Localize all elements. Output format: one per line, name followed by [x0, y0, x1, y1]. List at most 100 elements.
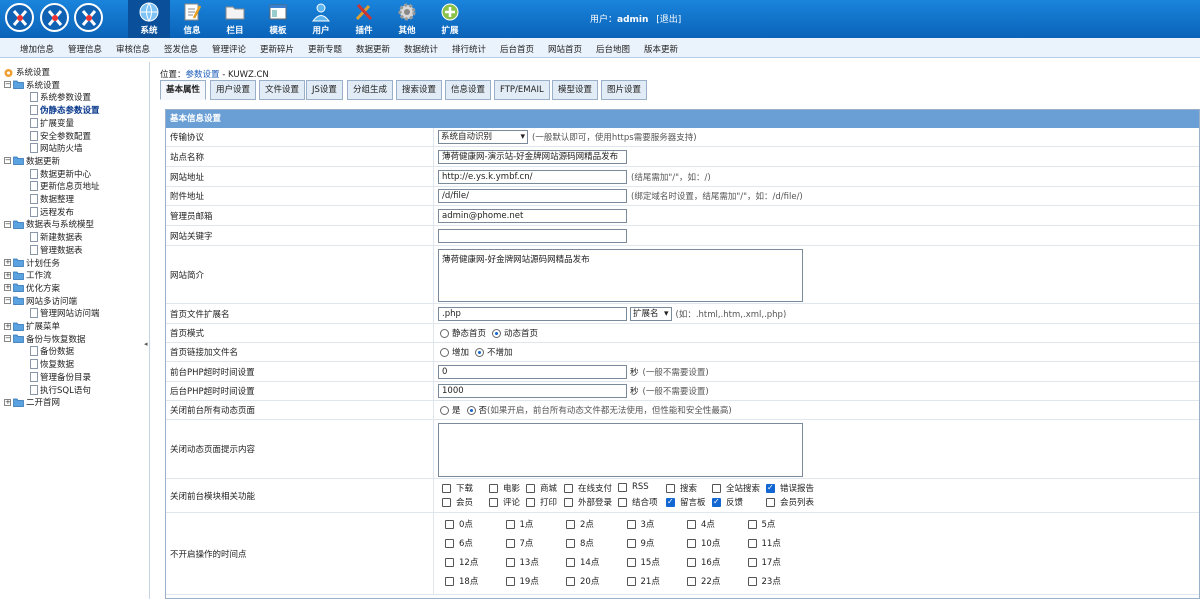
- ext-select[interactable]: 扩展名: [630, 306, 672, 321]
- email-input[interactable]: admin@phome.net: [438, 208, 627, 223]
- checkbox[interactable]: [747, 557, 757, 567]
- checkbox[interactable]: [626, 576, 636, 586]
- checkbox[interactable]: [666, 497, 675, 507]
- tab-search[interactable]: 搜索设置: [396, 80, 443, 100]
- collapse-toggle-icon[interactable]: −: [4, 297, 11, 305]
- sidebar-item[interactable]: + 扩展菜单: [4, 320, 60, 332]
- module-plugin[interactable]: 插件: [343, 0, 385, 38]
- tab-file[interactable]: 文件设置: [259, 80, 306, 100]
- menu-item[interactable]: 管理评论: [212, 43, 246, 55]
- checkbox[interactable]: [442, 497, 451, 507]
- sidebar-item[interactable]: 伪静态参数设置: [30, 104, 100, 116]
- checkbox[interactable]: [666, 483, 675, 493]
- radio-dynamic-home[interactable]: [492, 328, 502, 338]
- attach-input[interactable]: /d/file/: [438, 189, 627, 203]
- sidebar-item[interactable]: 扩展变量: [30, 117, 74, 129]
- menu-item[interactable]: 网站首页: [548, 43, 582, 55]
- collapse-toggle-icon[interactable]: −: [4, 335, 11, 343]
- sidebar-item[interactable]: − 网站多访问端: [4, 295, 77, 307]
- checkbox[interactable]: [626, 557, 636, 567]
- checkbox[interactable]: [526, 483, 535, 493]
- logout-link[interactable]: [退出]: [656, 15, 681, 25]
- checkbox[interactable]: [687, 557, 696, 567]
- module-column[interactable]: 栏目: [214, 0, 256, 38]
- sidebar-item[interactable]: − 系统设置: [4, 79, 60, 91]
- sidebar-item[interactable]: 安全参数配置: [30, 130, 91, 142]
- sidebar-item[interactable]: 更新信息页地址: [30, 180, 100, 192]
- checkbox[interactable]: [626, 538, 636, 548]
- menu-item[interactable]: 更新专题: [308, 43, 342, 55]
- checkbox[interactable]: [747, 576, 757, 586]
- menu-item[interactable]: 数据统计: [404, 43, 438, 55]
- sidebar-item[interactable]: 管理网站访问端: [30, 307, 100, 319]
- checkbox[interactable]: [566, 519, 575, 529]
- sidebar-item[interactable]: + 计划任务: [4, 257, 60, 269]
- checkbox[interactable]: [687, 519, 696, 529]
- back-timeout-input[interactable]: 1000: [438, 384, 627, 398]
- expand-toggle-icon[interactable]: +: [4, 271, 11, 279]
- checkbox[interactable]: [445, 557, 454, 567]
- sitename-input[interactable]: 薄荷健康网-演示站-好金牌网站源码网精品发布: [438, 149, 627, 164]
- checkbox[interactable]: [564, 483, 573, 493]
- front-timeout-input[interactable]: 0: [438, 364, 627, 379]
- sidebar-item[interactable]: + 优化方案: [4, 282, 60, 294]
- radio-add-filename[interactable]: [440, 347, 449, 357]
- tab-js[interactable]: JS设置: [306, 80, 343, 100]
- sidebar-item[interactable]: 管理备份目录: [30, 371, 91, 383]
- checkbox[interactable]: [747, 538, 757, 548]
- radio-static-home[interactable]: [440, 328, 449, 338]
- tab-info[interactable]: 信息设置: [445, 80, 492, 100]
- checkbox[interactable]: [626, 519, 636, 529]
- sidebar-item[interactable]: − 数据更新: [4, 155, 60, 167]
- tab-image[interactable]: 图片设置: [601, 80, 648, 100]
- checkbox[interactable]: [766, 497, 775, 507]
- radio-close-yes[interactable]: [440, 405, 449, 415]
- menu-item[interactable]: 签发信息: [164, 43, 198, 55]
- checkbox[interactable]: [445, 576, 454, 586]
- checkbox[interactable]: [505, 538, 515, 548]
- module-template[interactable]: 模板: [257, 0, 299, 38]
- expand-toggle-icon[interactable]: +: [4, 322, 11, 330]
- sidebar-item[interactable]: 数据更新中心: [30, 168, 91, 180]
- checkbox[interactable]: [505, 576, 515, 586]
- menu-item[interactable]: 增加信息: [20, 43, 54, 55]
- sidebar-item[interactable]: − 备份与恢复数据: [4, 333, 86, 345]
- checkbox[interactable]: [489, 497, 498, 507]
- sidebar-item[interactable]: 系统参数设置: [30, 91, 91, 103]
- checkbox[interactable]: [564, 497, 573, 507]
- tab-basic[interactable]: 基本属性: [160, 80, 207, 100]
- checkbox[interactable]: [566, 557, 575, 567]
- menu-item[interactable]: 版本更新: [644, 43, 678, 55]
- sidebar-item[interactable]: 备份数据: [30, 345, 74, 357]
- module-other[interactable]: 其他: [386, 0, 428, 38]
- checkbox[interactable]: [445, 519, 454, 529]
- close-tip-textarea[interactable]: [438, 423, 803, 477]
- tab-model[interactable]: 模型设置: [552, 80, 599, 100]
- checkbox[interactable]: [687, 538, 696, 548]
- collapse-toggle-icon[interactable]: −: [4, 81, 11, 89]
- module-info[interactable]: 信息: [171, 0, 213, 38]
- collapse-toggle-icon[interactable]: −: [4, 157, 11, 165]
- sidebar-item[interactable]: 数据整理: [30, 193, 74, 205]
- menu-item[interactable]: 后台地图: [596, 43, 630, 55]
- expand-toggle-icon[interactable]: +: [4, 284, 11, 292]
- sidebar-item[interactable]: 新建数据表: [30, 231, 83, 243]
- checkbox[interactable]: [566, 538, 575, 548]
- checkbox[interactable]: [618, 482, 627, 492]
- ext-input[interactable]: .php: [438, 306, 627, 321]
- sidebar-item[interactable]: 管理数据表: [30, 244, 83, 256]
- collapse-toggle-icon[interactable]: −: [4, 220, 11, 228]
- tab-ftp-email[interactable]: FTP/EMAIL: [494, 80, 550, 100]
- radio-close-no[interactable]: [466, 405, 476, 415]
- expand-toggle-icon[interactable]: +: [4, 259, 11, 266]
- siteurl-input[interactable]: http://e.ys.k.ymbf.cn/: [438, 169, 627, 184]
- checkbox[interactable]: [766, 483, 775, 493]
- menu-item[interactable]: 更新碎片: [260, 43, 294, 55]
- checkbox[interactable]: [489, 483, 498, 493]
- checkbox[interactable]: [687, 576, 696, 586]
- sidebar-item[interactable]: − 数据表与系统模型: [4, 218, 94, 230]
- intro-textarea[interactable]: 薄荷健康网-好金牌网站源码网精品发布: [438, 249, 803, 302]
- module-system[interactable]: 系统: [128, 0, 170, 38]
- module-extend[interactable]: 扩展: [429, 0, 471, 38]
- sidebar-item[interactable]: 执行SQL语句: [30, 384, 91, 396]
